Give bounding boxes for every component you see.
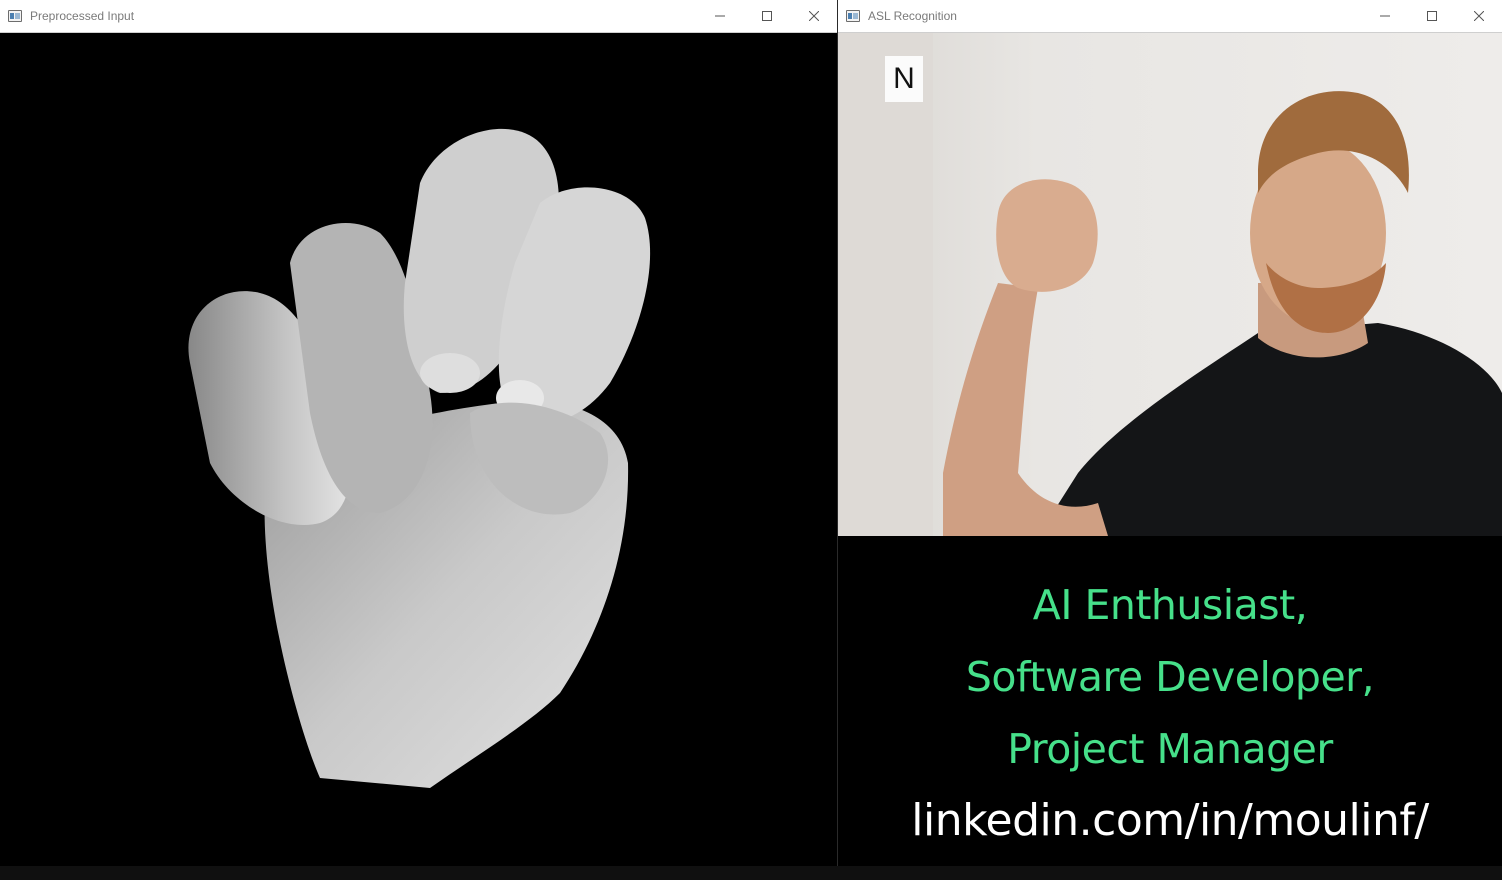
preprocessed-hand-view: [0, 33, 837, 866]
minimize-icon: [1379, 15, 1390, 17]
close-icon: [808, 11, 819, 21]
linkedin-url-text: linkedin.com/in/moulinf/: [911, 795, 1429, 846]
window-titlebar[interactable]: Preprocessed Input: [0, 0, 837, 33]
prediction-letter-box: N: [885, 56, 923, 102]
close-button[interactable]: [1455, 0, 1502, 32]
close-button[interactable]: [790, 0, 837, 32]
app-window-icon: [846, 10, 860, 22]
window-controls: [696, 0, 837, 32]
window-controls: [1361, 0, 1502, 32]
caption-line-1: AI Enthusiast,: [1032, 581, 1308, 629]
maximize-button[interactable]: [743, 0, 790, 32]
app-window-icon: [8, 10, 22, 22]
minimize-icon: [714, 15, 725, 17]
maximize-icon: [1426, 11, 1437, 21]
caption-line-2: Software Developer,: [965, 653, 1375, 701]
maximize-icon: [761, 11, 772, 21]
caption-line-3: Project Manager: [1007, 725, 1333, 773]
predicted-letter: N: [893, 62, 915, 95]
close-icon: [1473, 11, 1484, 21]
grayscale-hand-image: [188, 128, 651, 788]
window-title: Preprocessed Input: [30, 9, 135, 23]
minimize-button[interactable]: [696, 0, 743, 32]
maximize-button[interactable]: [1408, 0, 1455, 32]
preprocessed-input-window: Preprocessed Input: [0, 0, 838, 866]
webcam-feed: N AI Enthusiast, Software Developer, Pro…: [838, 33, 1502, 866]
bottom-strip: [0, 866, 1502, 880]
minimize-button[interactable]: [1361, 0, 1408, 32]
window-titlebar[interactable]: ASL Recognition: [838, 0, 1502, 33]
asl-recognition-window: ASL Recognition N AI Enthusiast, Softwar…: [838, 0, 1502, 866]
window-title: ASL Recognition: [868, 9, 957, 23]
webcam-image: [838, 33, 1502, 536]
